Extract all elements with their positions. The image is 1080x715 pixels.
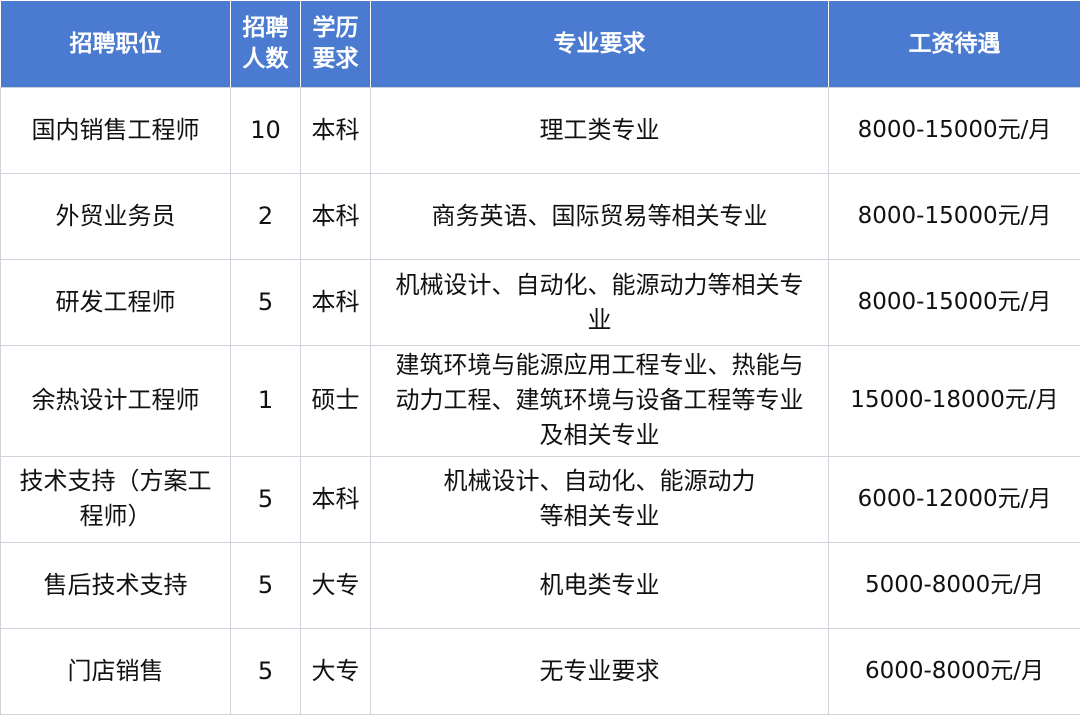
table-row: 研发工程师 5 本科 机械设计、自动化、能源动力等相关专业 8000-15000… [0, 259, 1080, 347]
cell-major-line: 机械设计、自动化、能源动力等相关专 [395, 270, 804, 299]
header-count-line-1: 招聘 [242, 15, 289, 41]
cell-major-line: 及相关专业 [539, 421, 660, 450]
cell-count: 5 [230, 627, 301, 715]
cell-education: 大专 [300, 627, 371, 715]
cell-major-line: 机械设计、自动化、能源动力 [443, 467, 756, 496]
cell-count: 5 [230, 455, 301, 543]
cell-education: 本科 [300, 455, 371, 543]
cell-major: 无专业要求 [370, 627, 829, 715]
cell-salary: 8000-15000元/月 [828, 173, 1080, 261]
table-row: 余热设计工程师 1 硕士 建筑环境与能源应用工程专业、热能与 动力工程、建筑环境与… [0, 345, 1080, 457]
cell-major: 建筑环境与能源应用工程专业、热能与 动力工程、建筑环境与设备工程等专业 及相关专业 [370, 345, 829, 457]
cell-position: 技术支持（方案工 程师） [0, 455, 231, 543]
cell-major-line: 业 [587, 305, 612, 334]
cell-major: 机械设计、自动化、能源动力等相关专业 [370, 455, 829, 543]
cell-salary: 8000-15000元/月 [828, 259, 1080, 347]
cell-major-line: 理工类专业 [539, 116, 660, 145]
cell-position-line: 余热设计工程师 [31, 386, 200, 415]
cell-position-line: 门店销售 [67, 656, 164, 685]
cell-major-line: 动力工程、建筑环境与设备工程等专业 [395, 386, 804, 415]
header-education-line-2: 要求 [312, 46, 359, 72]
header-salary: 工资待遇 [828, 0, 1080, 88]
cell-position: 国内销售工程师 [0, 86, 231, 175]
cell-education: 本科 [300, 259, 371, 347]
table-row: 国内销售工程师 10 本科 理工类专业 8000-15000元/月 [0, 86, 1080, 175]
cell-position-line: 技术支持（方案工 [19, 467, 212, 496]
header-education: 学历 要求 [300, 0, 371, 88]
cell-salary: 6000-12000元/月 [828, 455, 1080, 543]
cell-major: 商务英语、国际贸易等相关专业 [370, 173, 829, 261]
cell-count: 1 [230, 345, 301, 457]
cell-major: 理工类专业 [370, 86, 829, 175]
cell-position-line: 国内销售工程师 [31, 116, 200, 145]
cell-count: 2 [230, 173, 301, 261]
table-row: 门店销售 5 大专 无专业要求 6000-8000元/月 [0, 627, 1080, 715]
cell-education: 硕士 [300, 345, 371, 457]
header-major: 专业要求 [370, 0, 829, 88]
cell-count: 5 [230, 541, 301, 629]
cell-position: 门店销售 [0, 627, 231, 715]
cell-education: 本科 [300, 173, 371, 261]
header-count-line-2: 人数 [242, 46, 289, 72]
cell-major-line: 机电类专业 [539, 570, 660, 599]
header-education-line-1: 学历 [312, 15, 359, 41]
table-row: 售后技术支持 5 大专 机电类专业 5000-8000元/月 [0, 541, 1080, 629]
cell-position-line: 研发工程师 [55, 288, 176, 317]
cell-position-line: 外贸业务员 [55, 202, 176, 231]
cell-count: 5 [230, 259, 301, 347]
cell-salary: 15000-18000元/月 [828, 345, 1080, 457]
cell-position: 余热设计工程师 [0, 345, 231, 457]
cell-education: 本科 [300, 86, 371, 175]
cell-position: 售后技术支持 [0, 541, 231, 629]
header-position: 招聘职位 [0, 0, 231, 88]
cell-major-line: 无专业要求 [539, 656, 660, 685]
cell-count: 10 [230, 86, 301, 175]
cell-major: 机械设计、自动化、能源动力等相关专业 [370, 259, 829, 347]
table-row: 外贸业务员 2 本科 商务英语、国际贸易等相关专业 8000-15000元/月 [0, 173, 1080, 261]
cell-position: 研发工程师 [0, 259, 231, 347]
table-row: 技术支持（方案工 程师） 5 本科 机械设计、自动化、能源动力 等相关专业 6000… [0, 455, 1080, 543]
cell-major: 机电类专业 [370, 541, 829, 629]
cell-major-line: 建筑环境与能源应用工程专业、热能与 [395, 351, 804, 380]
cell-salary: 8000-15000元/月 [828, 86, 1080, 175]
table-header-row: 招聘职位 招聘人数 学历要求 专业要求 工资待遇 [0, 0, 1080, 88]
header-count: 招聘 人数 [230, 0, 301, 88]
cell-major-line: 等相关专业 [539, 502, 660, 531]
cell-education: 大专 [300, 541, 371, 629]
cell-major-line: 商务英语、国际贸易等相关专业 [431, 202, 768, 231]
cell-salary: 5000-8000元/月 [828, 541, 1080, 629]
cell-position-line: 售后技术支持 [43, 570, 188, 599]
cell-position: 外贸业务员 [0, 173, 231, 261]
cell-salary: 6000-8000元/月 [828, 627, 1080, 715]
cell-position-line: 程师） [79, 502, 152, 531]
recruitment-table: 招聘职位 招聘人数 学历要求 专业要求 工资待遇 国内销售工程师 10 本科 理… [0, 0, 1080, 715]
